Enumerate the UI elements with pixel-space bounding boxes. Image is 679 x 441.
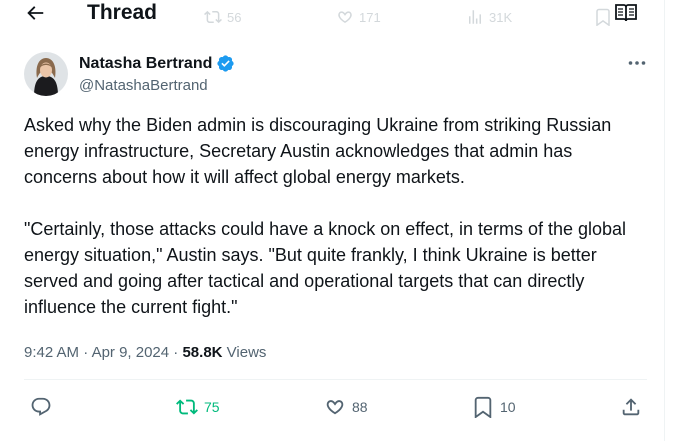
back-arrow-icon[interactable] [22, 2, 48, 24]
ghost-like-label: 171 [359, 9, 381, 25]
views-count: 58.8K [182, 344, 223, 361]
ghost-retweet-label: 56 [227, 9, 242, 25]
tweet-text-paragraph-2: "Certainly, those attacks could have a k… [24, 219, 627, 317]
ghost-bookmark [594, 8, 612, 26]
ghost-retweet-count: 56 [204, 8, 241, 26]
divider [24, 379, 647, 380]
reply-button[interactable] [30, 392, 58, 422]
tweet-time[interactable]: 9:42 AM [24, 344, 79, 361]
retweet-icon [204, 10, 222, 24]
meta-separator: · [83, 344, 89, 361]
ghost-view-label: 31K [489, 9, 513, 25]
bookmark-icon [474, 396, 492, 418]
bookmark-count: 10 [500, 399, 516, 415]
tweet-meta: 9:42 AM · Apr 9, 2024 · 58.8K Views [24, 343, 266, 363]
author-handle[interactable]: @NatashaBertrand [79, 78, 208, 94]
meta-separator: · [173, 344, 179, 361]
thread-header: Thread 56 171 31K [0, 0, 664, 30]
ghost-like-count: 171 [336, 8, 381, 26]
tweet-date[interactable]: Apr 9, 2024 [92, 344, 170, 361]
more-options-icon[interactable] [627, 56, 647, 70]
tweet-text-paragraph-1: Asked why the Biden admin is discouragin… [24, 115, 612, 187]
reply-icon [31, 397, 51, 416]
author-name-row: Natasha Bertrand [79, 54, 235, 73]
retweet-count: 75 [204, 399, 220, 415]
retweet-button[interactable]: 75 [176, 392, 220, 422]
heart-icon [326, 400, 344, 415]
author-name[interactable]: Natasha Bertrand [79, 55, 212, 73]
avatar[interactable] [24, 52, 68, 96]
views-label: Views [226, 344, 267, 361]
like-count: 88 [352, 399, 368, 415]
reader-mode-icon[interactable] [614, 3, 638, 23]
share-button[interactable] [620, 392, 642, 422]
views-icon [469, 10, 481, 24]
bookmark-button[interactable]: 10 [472, 392, 516, 422]
bookmark-icon [596, 8, 610, 26]
tweet-actions: 75 88 10 [0, 392, 664, 422]
verified-badge-icon [217, 55, 234, 72]
ghost-view-count: 31K [466, 8, 512, 26]
page-title: Thread [87, 1, 158, 24]
heart-icon [338, 11, 352, 24]
share-icon [622, 398, 640, 416]
like-button[interactable]: 88 [324, 392, 368, 422]
thread-column: Thread 56 171 31K Natasha Bertrand @Nata… [0, 0, 665, 441]
retweet-icon [176, 399, 198, 415]
